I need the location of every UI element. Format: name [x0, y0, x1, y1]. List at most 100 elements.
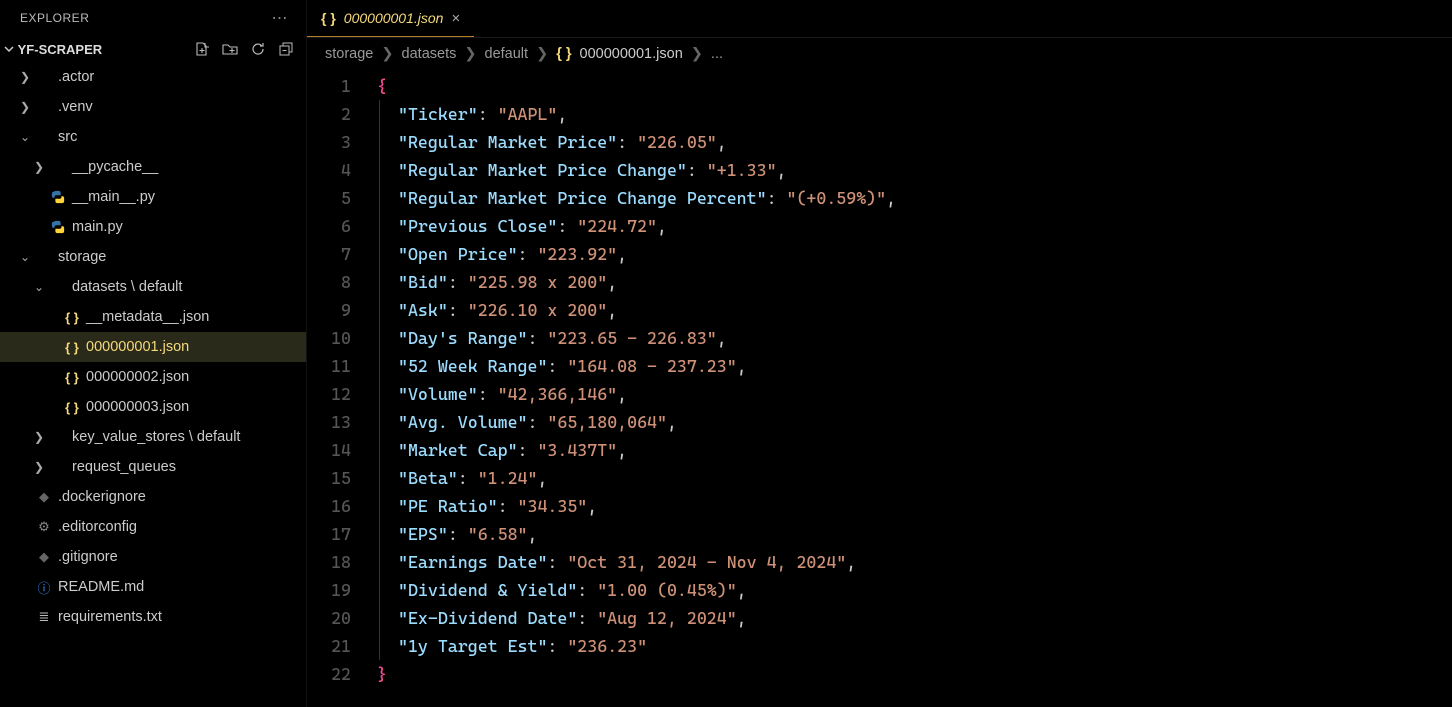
folder-row[interactable]: ⌄ storage: [0, 242, 306, 272]
line-number: 18: [307, 548, 351, 576]
tree-item-label: __metadata__.json: [86, 309, 209, 325]
tab-bar: { } 000000001.json ×: [307, 0, 1452, 38]
explorer-header: EXPLORER ⋯: [0, 0, 306, 36]
file-tree: ❯ .actor ❯ .venv ⌄ src ❯ __pycache__ __main__.py…: [0, 62, 306, 707]
tree-item-label: datasets \ default: [72, 279, 182, 295]
gear-icon: ⚙: [34, 519, 54, 535]
line-number: 11: [307, 352, 351, 380]
line-number: 14: [307, 436, 351, 464]
explorer-more-icon[interactable]: ⋯: [272, 8, 289, 28]
file-row[interactable]: ⚙.editorconfig: [0, 512, 306, 542]
file-row[interactable]: ⓘREADME.md: [0, 572, 306, 602]
line-number: 6: [307, 212, 351, 240]
chevron-down-icon: [4, 44, 14, 54]
line-number: 17: [307, 520, 351, 548]
folder-row[interactable]: ❯ __pycache__: [0, 152, 306, 182]
chevron-right-icon: ❯: [32, 460, 46, 474]
file-row[interactable]: __main__.py: [0, 182, 306, 212]
line-number: 22: [307, 660, 351, 688]
code-content[interactable]: {"Ticker": "AAPL","Regular Market Price"…: [377, 72, 1452, 707]
editor-area: { } 000000001.json × storage ❯ datasets ❯ de…: [307, 0, 1452, 707]
tree-item-label: .editorconfig: [58, 519, 137, 535]
line-gutter: 12345678910111213141516171819202122: [307, 72, 377, 707]
breadcrumb-segment[interactable]: datasets: [402, 46, 457, 62]
file-icon: ◆: [34, 489, 54, 505]
tree-item-label: requirements.txt: [58, 609, 162, 625]
line-number: 20: [307, 604, 351, 632]
tree-item-label: main.py: [72, 219, 123, 235]
file-row[interactable]: { }000000001.json: [0, 332, 306, 362]
json-icon: { }: [62, 310, 82, 325]
line-number: 2: [307, 100, 351, 128]
line-number: 4: [307, 156, 351, 184]
json-icon: { }: [62, 400, 82, 415]
breadcrumb-file[interactable]: 000000001.json: [580, 46, 683, 62]
line-number: 3: [307, 128, 351, 156]
file-row[interactable]: ◆.gitignore: [0, 542, 306, 572]
line-number: 19: [307, 576, 351, 604]
new-file-icon[interactable]: [194, 41, 210, 57]
workspace-actions: [194, 41, 294, 57]
tree-item-label: request_queues: [72, 459, 176, 475]
breadcrumb-segment[interactable]: storage: [325, 46, 373, 62]
tree-item-label: 000000001.json: [86, 339, 189, 355]
info-icon: ⓘ: [34, 578, 54, 597]
code-editor[interactable]: 12345678910111213141516171819202122 {"Ti…: [307, 70, 1452, 707]
folder-row[interactable]: ⌄datasets \ default: [0, 272, 306, 302]
file-row[interactable]: ≣requirements.txt: [0, 602, 306, 632]
tree-item-label: .gitignore: [58, 549, 118, 565]
workspace-header[interactable]: YF-SCRAPER: [0, 36, 306, 62]
tree-item-label: .actor: [58, 69, 94, 85]
folder-row[interactable]: ❯ .actor: [0, 62, 306, 92]
json-icon: { }: [62, 370, 82, 385]
folder-row[interactable]: ❯ .venv: [0, 92, 306, 122]
workspace-label: YF-SCRAPER: [4, 42, 102, 57]
breadcrumb-tail[interactable]: ...: [711, 46, 723, 62]
file-row[interactable]: { } __metadata__.json: [0, 302, 306, 332]
line-number: 1: [307, 72, 351, 100]
breadcrumb-segment[interactable]: default: [485, 46, 529, 62]
chevron-down-icon: ⌄: [18, 130, 32, 144]
refresh-icon[interactable]: [250, 41, 266, 57]
tab-000000001-json[interactable]: { } 000000001.json ×: [307, 0, 474, 37]
folder-row[interactable]: ❯key_value_stores \ default: [0, 422, 306, 452]
tree-item-label: storage: [58, 249, 106, 265]
chevron-right-icon: ❯: [32, 160, 46, 174]
line-number: 7: [307, 240, 351, 268]
chevron-right-icon: ❯: [536, 46, 548, 62]
folder-row[interactable]: ⌄ src: [0, 122, 306, 152]
explorer-title: EXPLORER: [20, 11, 89, 25]
tree-item-label: 000000003.json: [86, 399, 189, 415]
python-icon: [48, 190, 68, 204]
line-number: 16: [307, 492, 351, 520]
json-icon: { }: [556, 46, 571, 62]
chevron-right-icon: ❯: [464, 46, 476, 62]
tree-item-label: __pycache__: [72, 159, 158, 175]
folder-row[interactable]: ❯ request_queues: [0, 452, 306, 482]
line-number: 9: [307, 296, 351, 324]
line-number: 21: [307, 632, 351, 660]
chevron-right-icon: ❯: [18, 70, 32, 84]
file-row[interactable]: { } 000000003.json: [0, 392, 306, 422]
python-icon: [48, 220, 68, 234]
close-icon[interactable]: ×: [451, 10, 460, 27]
json-icon: { }: [321, 10, 336, 26]
line-number: 13: [307, 408, 351, 436]
tree-item-label: README.md: [58, 579, 144, 595]
collapse-all-icon[interactable]: [278, 41, 294, 57]
chevron-down-icon: ⌄: [18, 250, 32, 264]
line-number: 5: [307, 184, 351, 212]
line-number: 10: [307, 324, 351, 352]
chevron-right-icon: ❯: [18, 100, 32, 114]
breadcrumb[interactable]: storage❯datasets❯default❯{ }000000001.js…: [307, 38, 1452, 70]
new-folder-icon[interactable]: [222, 41, 238, 57]
line-number: 8: [307, 268, 351, 296]
file-row[interactable]: main.py: [0, 212, 306, 242]
tree-item-label: src: [58, 129, 77, 145]
tab-label: 000000001.json: [344, 10, 444, 26]
file-row[interactable]: ◆.dockerignore: [0, 482, 306, 512]
tree-item-label: __main__.py: [72, 189, 155, 205]
line-number: 15: [307, 464, 351, 492]
tree-item-label: .venv: [58, 99, 93, 115]
file-row[interactable]: { }000000002.json: [0, 362, 306, 392]
